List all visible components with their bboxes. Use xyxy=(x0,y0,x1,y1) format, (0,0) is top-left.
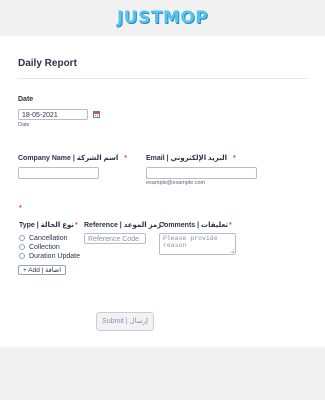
required-mark: * xyxy=(232,155,236,162)
company-name-label-text: Company Name | اسم الشركة xyxy=(18,155,119,162)
form-title: Daily Report xyxy=(18,58,77,69)
title-divider xyxy=(18,78,307,79)
type-option-duration-update[interactable]: Duration Update xyxy=(19,253,80,260)
email-input[interactable] xyxy=(146,167,257,179)
company-name-label: Company Name | اسم الشركة * xyxy=(18,154,127,162)
submit-button[interactable]: Submit | إرسال xyxy=(96,312,154,331)
comments-textarea[interactable]: Please provide reason xyxy=(159,233,236,255)
required-mark: * xyxy=(229,222,232,229)
brand-logo: JUSTMOP xyxy=(116,8,209,28)
reference-header-text: Reference | رمز الموعد xyxy=(84,222,162,229)
type-option-label: Collection xyxy=(29,244,60,251)
required-mark: * xyxy=(75,222,78,229)
email-label: Email | البريد الإلكتروني * xyxy=(146,154,236,162)
company-name-input[interactable] xyxy=(18,167,99,179)
comments-placeholder: Please provide reason xyxy=(163,235,218,249)
date-input[interactable]: 18-05-2021 xyxy=(18,109,88,120)
table-required-mark: * xyxy=(19,205,22,212)
radio-button[interactable] xyxy=(19,235,25,241)
comments-column-header: Comments | تعليقات* xyxy=(159,221,232,229)
type-option-cancellation[interactable]: Cancellation xyxy=(19,235,68,242)
email-sublabel: example@example.com xyxy=(146,180,206,186)
required-mark: * xyxy=(124,155,127,162)
form-card: Daily Report Date 18-05-2021 Date Compan… xyxy=(0,36,325,347)
type-option-label: Cancellation xyxy=(29,235,68,242)
comments-header-text: Comments | تعليقات xyxy=(159,222,229,229)
date-label: Date xyxy=(18,96,34,103)
type-header-text: Type | نوع الحالة xyxy=(19,222,74,229)
email-label-text: Email | البريد الإلكتروني xyxy=(146,155,227,162)
reference-column-header: Reference | رمز الموعد* xyxy=(84,221,165,229)
reference-code-input[interactable]: Reference Code xyxy=(84,233,146,244)
radio-button[interactable] xyxy=(19,244,25,250)
add-row-button[interactable]: + Add | اضافة xyxy=(18,265,67,275)
date-sublabel: Date xyxy=(18,122,30,128)
type-option-label: Duration Update xyxy=(29,253,80,260)
type-column-header: Type | نوع الحالة* xyxy=(19,221,78,229)
radio-button[interactable] xyxy=(19,253,25,259)
type-option-collection[interactable]: Collection xyxy=(19,244,60,251)
calendar-icon[interactable] xyxy=(93,111,100,118)
resize-handle-icon[interactable] xyxy=(230,249,234,253)
